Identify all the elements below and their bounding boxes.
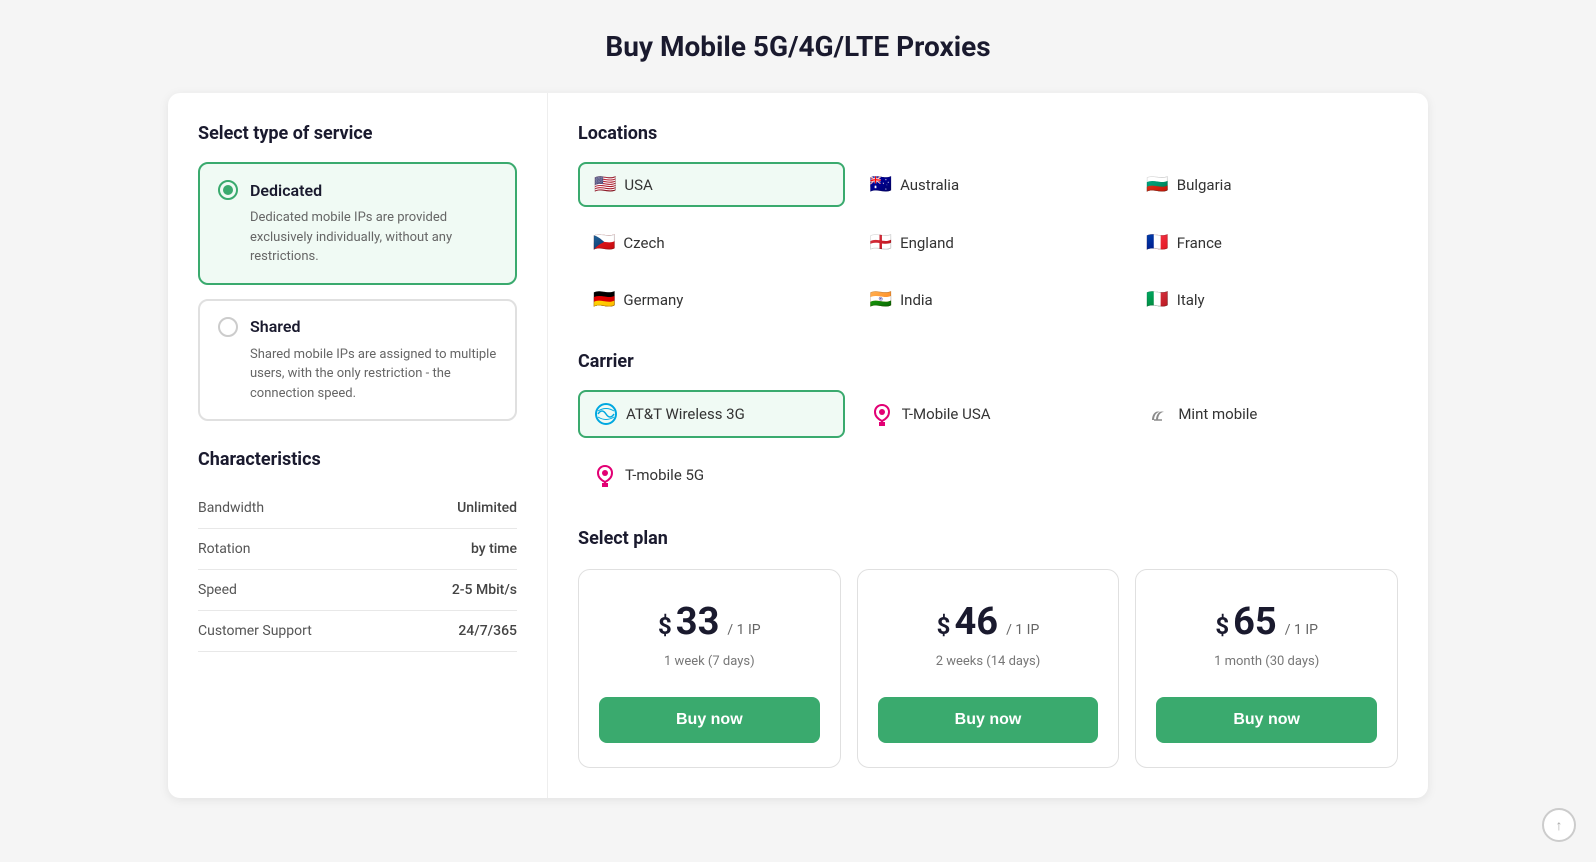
- shared-radio[interactable]: [218, 317, 238, 337]
- flag-italy: 🇮🇹: [1146, 289, 1168, 310]
- location-usa-label: USA: [624, 176, 652, 194]
- location-australia-label: Australia: [900, 176, 959, 194]
- shared-name: Shared: [250, 317, 301, 336]
- location-england[interactable]: 🏴󠁧󠁢󠁥󠁮󠁧󠁿 England: [855, 221, 1122, 264]
- location-czech-label: Czech: [623, 234, 664, 252]
- right-panel: Locations 🇺🇸 USA 🇦🇺 Australia 🇧🇬 Bulgari…: [548, 93, 1428, 798]
- main-container: Select type of service Dedicated Dedicat…: [168, 93, 1428, 798]
- carrier-att-label: AT&T Wireless 3G: [626, 405, 745, 423]
- service-section-title: Select type of service: [198, 123, 517, 144]
- plan-per-0: / 1 IP: [727, 622, 760, 638]
- location-germany[interactable]: 🇩🇪 Germany: [578, 278, 845, 321]
- shared-desc: Shared mobile IPs are assigned to multip…: [250, 345, 497, 404]
- location-germany-label: Germany: [623, 291, 683, 309]
- location-italy-label: Italy: [1177, 291, 1205, 309]
- carrier-grid: AT&T Wireless 3G T-Mobile USA: [578, 390, 1398, 498]
- char-row-bandwidth: Bandwidth Unlimited: [198, 488, 517, 529]
- plans-grid: $ 33 / 1 IP 1 week (7 days) Buy now $ 46…: [578, 569, 1398, 768]
- carrier-tmobile-5g-label: T-mobile 5G: [625, 466, 704, 484]
- dedicated-card-header: Dedicated: [218, 180, 497, 200]
- location-usa[interactable]: 🇺🇸 USA: [578, 162, 845, 207]
- char-label-bandwidth: Bandwidth: [198, 500, 264, 516]
- page-title: Buy Mobile 5G/4G/LTE Proxies: [20, 30, 1576, 63]
- plan-per-1: / 1 IP: [1006, 622, 1039, 638]
- carrier-tmobile-5g[interactable]: T-mobile 5G: [578, 452, 845, 498]
- plan-card-2: $ 65 / 1 IP 1 month (30 days) Buy now: [1135, 569, 1398, 768]
- plan-price-0: $ 33 / 1 IP: [658, 600, 761, 644]
- char-value-rotation: by time: [471, 541, 517, 557]
- flag-bulgaria: 🇧🇬: [1146, 174, 1168, 195]
- carrier-tmobile-usa[interactable]: T-Mobile USA: [855, 390, 1122, 438]
- buy-btn-2[interactable]: Buy now: [1156, 697, 1377, 743]
- plan-amount-0: 33: [676, 600, 720, 644]
- char-label-support: Customer Support: [198, 623, 312, 639]
- plan-card-0: $ 33 / 1 IP 1 week (7 days) Buy now: [578, 569, 841, 768]
- plan-dollar-2: $: [1215, 612, 1229, 640]
- tmobile-usa-icon: [870, 402, 894, 426]
- plan-card-1: $ 46 / 1 IP 2 weeks (14 days) Buy now: [857, 569, 1120, 768]
- characteristics-section: Characteristics Bandwidth Unlimited Rota…: [198, 449, 517, 652]
- locations-title: Locations: [578, 123, 1398, 144]
- location-india[interactable]: 🇮🇳 India: [855, 278, 1122, 321]
- location-india-label: India: [900, 291, 933, 309]
- plans-title: Select plan: [578, 528, 1398, 549]
- flag-england: 🏴󠁧󠁢󠁥󠁮󠁧󠁿: [870, 232, 892, 253]
- location-france-label: France: [1177, 234, 1222, 252]
- shared-card[interactable]: Shared Shared mobile IPs are assigned to…: [198, 299, 517, 422]
- tmobile-5g-icon: [593, 463, 617, 487]
- buy-btn-1[interactable]: Buy now: [878, 697, 1099, 743]
- carrier-mint[interactable]: Mint mobile: [1131, 390, 1398, 438]
- buy-btn-0[interactable]: Buy now: [599, 697, 820, 743]
- dedicated-desc: Dedicated mobile IPs are provided exclus…: [250, 208, 497, 267]
- location-england-label: England: [900, 234, 954, 252]
- flag-france: 🇫🇷: [1146, 232, 1168, 253]
- char-table: Bandwidth Unlimited Rotation by time Spe…: [198, 488, 517, 652]
- plan-amount-1: 46: [954, 600, 998, 644]
- char-row-rotation: Rotation by time: [198, 529, 517, 570]
- shared-card-header: Shared: [218, 317, 497, 337]
- location-italy[interactable]: 🇮🇹 Italy: [1131, 278, 1398, 321]
- char-label-rotation: Rotation: [198, 541, 251, 557]
- location-bulgaria[interactable]: 🇧🇬 Bulgaria: [1131, 162, 1398, 207]
- plan-duration-1: 2 weeks (14 days): [936, 654, 1041, 669]
- char-row-speed: Speed 2-5 Mbit/s: [198, 570, 517, 611]
- flag-czech: 🇨🇿: [593, 232, 615, 253]
- location-france[interactable]: 🇫🇷 France: [1131, 221, 1398, 264]
- flag-india: 🇮🇳: [870, 289, 892, 310]
- dedicated-card[interactable]: Dedicated Dedicated mobile IPs are provi…: [198, 162, 517, 285]
- mint-icon: [1146, 402, 1170, 426]
- char-value-speed: 2-5 Mbit/s: [452, 582, 517, 598]
- plan-duration-2: 1 month (30 days): [1214, 654, 1319, 669]
- dedicated-radio[interactable]: [218, 180, 238, 200]
- flag-australia: 🇦🇺: [870, 174, 892, 195]
- carrier-tmobile-usa-label: T-Mobile USA: [902, 405, 991, 423]
- location-australia[interactable]: 🇦🇺 Australia: [855, 162, 1122, 207]
- plan-duration-0: 1 week (7 days): [664, 654, 755, 669]
- plan-price-2: $ 65 / 1 IP: [1215, 600, 1318, 644]
- att-icon: [594, 402, 618, 426]
- char-value-bandwidth: Unlimited: [457, 500, 517, 516]
- flag-usa: 🇺🇸: [594, 174, 616, 195]
- plan-dollar-0: $: [658, 612, 672, 640]
- char-value-support: 24/7/365: [458, 623, 517, 639]
- char-label-speed: Speed: [198, 582, 237, 598]
- plan-dollar-1: $: [937, 612, 951, 640]
- char-row-support: Customer Support 24/7/365: [198, 611, 517, 652]
- location-bulgaria-label: Bulgaria: [1177, 176, 1232, 194]
- flag-germany: 🇩🇪: [593, 289, 615, 310]
- carrier-title: Carrier: [578, 351, 1398, 372]
- carrier-mint-label: Mint mobile: [1178, 405, 1257, 423]
- location-czech[interactable]: 🇨🇿 Czech: [578, 221, 845, 264]
- plan-price-1: $ 46 / 1 IP: [937, 600, 1040, 644]
- carrier-att[interactable]: AT&T Wireless 3G: [578, 390, 845, 438]
- dedicated-name: Dedicated: [250, 181, 322, 200]
- plan-amount-2: 65: [1233, 600, 1277, 644]
- plan-per-2: / 1 IP: [1285, 622, 1318, 638]
- scroll-up-btn[interactable]: ↑: [1542, 808, 1576, 842]
- left-panel: Select type of service Dedicated Dedicat…: [168, 93, 548, 798]
- char-section-title: Characteristics: [198, 449, 517, 470]
- locations-grid: 🇺🇸 USA 🇦🇺 Australia 🇧🇬 Bulgaria 🇨🇿 Czech…: [578, 162, 1398, 321]
